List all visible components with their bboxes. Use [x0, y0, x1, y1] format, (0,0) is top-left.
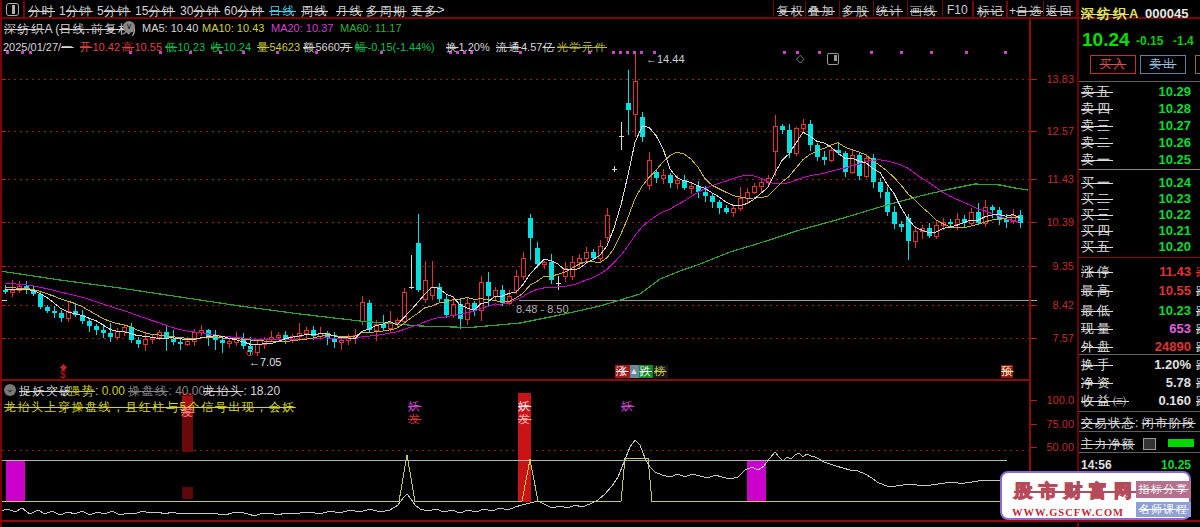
svg-text:$: $ — [60, 369, 66, 380]
